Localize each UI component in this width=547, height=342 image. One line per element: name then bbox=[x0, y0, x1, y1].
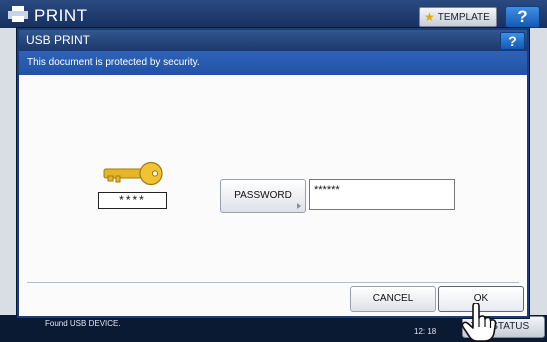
app-help-button[interactable]: ? bbox=[505, 6, 540, 28]
dialog-help-button[interactable]: ? bbox=[500, 32, 525, 50]
template-button-label: TEMPLATE bbox=[437, 11, 490, 23]
star-icon: ★ bbox=[424, 10, 435, 24]
printer-icon bbox=[8, 6, 28, 22]
cancel-button[interactable]: CANCEL bbox=[350, 286, 436, 312]
arrow-right-icon bbox=[297, 203, 301, 209]
status-message: Found USB DEVICE. bbox=[45, 319, 121, 328]
usb-print-dialog: USB PRINT ? This document is protected b… bbox=[17, 28, 529, 318]
dialog-divider bbox=[27, 282, 519, 283]
password-button-label: PASSWORD bbox=[234, 190, 292, 201]
password-button[interactable]: PASSWORD bbox=[220, 179, 306, 213]
password-mask-display: **** bbox=[98, 192, 167, 209]
hand-pointer-icon bbox=[461, 303, 497, 342]
dialog-title: USB PRINT bbox=[19, 30, 527, 51]
app-title: PRINT bbox=[34, 6, 88, 25]
dialog-content: **** PASSWORD ****** CANCEL OK bbox=[19, 75, 527, 316]
key-icon bbox=[103, 161, 163, 186]
password-field[interactable]: ****** bbox=[309, 179, 455, 210]
security-message: This document is protected by security. bbox=[19, 51, 527, 75]
clock-time: 12: 18 bbox=[414, 327, 437, 336]
template-button[interactable]: ★ TEMPLATE bbox=[419, 7, 497, 27]
